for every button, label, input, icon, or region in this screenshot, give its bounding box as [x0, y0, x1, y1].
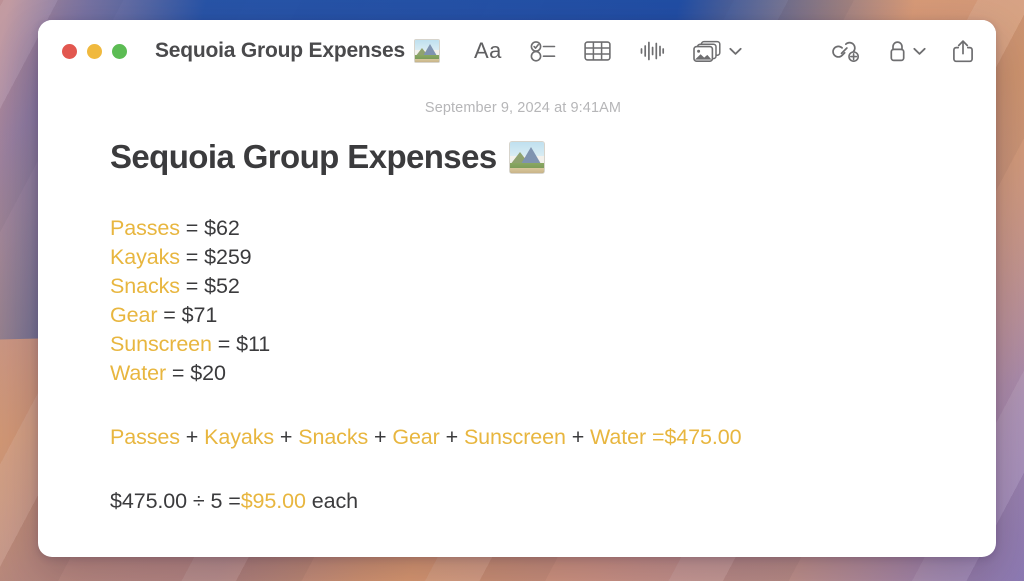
expense-token[interactable]: Kayaks [110, 245, 180, 269]
sum-token[interactable]: Kayaks [204, 425, 274, 449]
expense-list: Passes = $62 Kayaks = $259 Snacks = $52 Gea… [110, 214, 936, 387]
chevron-down-icon [913, 47, 926, 56]
expense-line: Gear = $71 [110, 301, 936, 330]
checklist-icon [530, 41, 556, 62]
close-button[interactable] [62, 43, 77, 59]
sum-token[interactable]: Sunscreen [464, 425, 566, 449]
share-button[interactable] [952, 39, 974, 64]
notes-window: Sequoia Group Expenses Aa September 9, 2… [38, 20, 996, 557]
zoom-button[interactable] [112, 43, 127, 59]
aa-icon: Aa [474, 38, 502, 63]
sum-total: $475.00 [664, 425, 742, 450]
format-text-button[interactable]: Aa [474, 40, 502, 62]
table-icon [584, 41, 611, 61]
chevron-down-icon [729, 47, 742, 56]
split-divisor: 5 [210, 489, 223, 514]
expense-token[interactable]: Passes [110, 216, 180, 240]
expense-line: Passes = $62 [110, 214, 936, 243]
document-title-group[interactable]: Sequoia Group Expenses [155, 39, 440, 63]
note-content-area[interactable]: September 9, 2024 at 9:41AM Sequoia Grou… [38, 82, 996, 557]
expense-equals: = [166, 360, 191, 385]
expense-equals: = [211, 331, 237, 356]
split-result: $95.00 [240, 489, 306, 514]
lock-note-button[interactable] [888, 40, 926, 63]
sum-token[interactable]: Water [590, 425, 646, 449]
note-heading: Sequoia Group Expenses [110, 138, 936, 176]
checklist-button[interactable] [530, 40, 556, 62]
sum-token[interactable]: Gear [392, 425, 440, 449]
split-total: $475.00 [110, 489, 188, 514]
split-equals: = [228, 489, 241, 514]
expense-line: Sunscreen = $11 [110, 330, 936, 359]
expense-line: Kayaks = $259 [110, 243, 936, 272]
share-icon [953, 39, 973, 62]
note-timestamp: September 9, 2024 at 9:41AM [424, 100, 622, 116]
expense-equals: = [157, 302, 182, 327]
expense-amount: $11 [236, 331, 271, 356]
expense-equals: = [179, 273, 205, 298]
expense-amount: $71 [181, 302, 218, 327]
link-add-icon [832, 41, 859, 62]
sum-operator: + [439, 425, 464, 450]
media-button[interactable] [693, 40, 742, 63]
toolbar-right [832, 39, 974, 64]
expense-token[interactable]: Water [110, 361, 166, 385]
sum-operator: + [179, 425, 205, 450]
framed-picture-icon [508, 140, 545, 174]
expense-token[interactable]: Gear [110, 303, 158, 327]
sum-equals: = [646, 425, 665, 450]
sum-operator: + [274, 425, 299, 450]
sum-token[interactable]: Passes [110, 425, 180, 449]
minimize-button[interactable] [87, 43, 102, 59]
photos-icon [693, 40, 721, 62]
lock-icon [890, 40, 905, 61]
expense-amount: $62 [204, 216, 240, 240]
expense-equals: = [179, 244, 205, 269]
waveform-icon [640, 41, 664, 61]
table-button[interactable] [584, 40, 611, 62]
expense-amount: $20 [190, 360, 226, 385]
window-titlebar: Sequoia Group Expenses Aa [38, 20, 996, 82]
expense-line: Snacks = $52 [110, 272, 936, 301]
record-audio-button[interactable] [639, 40, 665, 62]
note-heading-text: Sequoia Group Expenses [110, 138, 497, 175]
toolbar-left: Aa [474, 40, 742, 63]
traffic-light-buttons [62, 43, 127, 59]
split-expression-line: $475.00 ÷ 5 =$95.00 each [110, 487, 936, 516]
expense-amount: $259 [204, 244, 252, 269]
framed-picture-icon [414, 39, 440, 63]
sum-operator: + [565, 425, 591, 450]
add-link-button[interactable] [832, 40, 862, 63]
expense-equals: = [179, 216, 205, 240]
split-suffix: each [311, 489, 358, 514]
sum-token[interactable]: Snacks [298, 425, 368, 449]
sum-expression-line: Passes + Kayaks + Snacks + Gear + Sunscr… [110, 423, 936, 452]
expense-line: Water = $20 [110, 359, 936, 388]
expense-token[interactable]: Snacks [110, 274, 180, 298]
split-operator: ÷ [192, 489, 205, 514]
expense-amount: $52 [204, 273, 240, 298]
document-title: Sequoia Group Expenses [155, 39, 405, 62]
expense-token[interactable]: Sunscreen [110, 332, 212, 356]
sum-operator: + [368, 425, 393, 450]
